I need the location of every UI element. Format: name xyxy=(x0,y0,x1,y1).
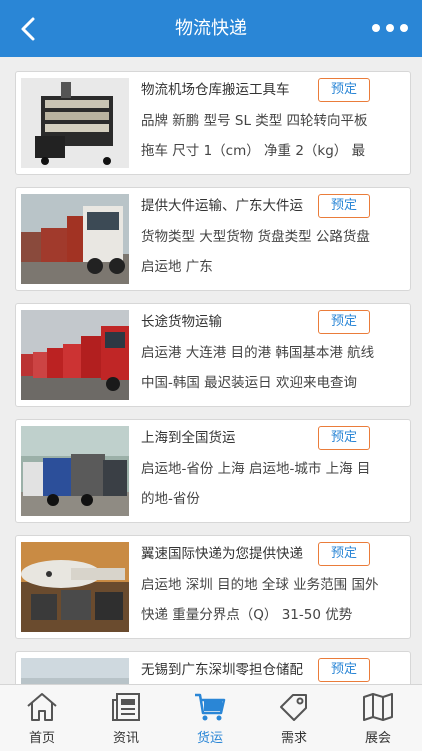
product-name[interactable]: 无锡到广东深圳零担仓储配 xyxy=(141,657,316,683)
trucks-photo[interactable] xyxy=(21,194,129,284)
tag-icon xyxy=(280,694,307,721)
product-list: 物流机场仓库搬运工具车 预定 品牌 新鹏 型号 SL 类型 四轮转向平板拖车 尺… xyxy=(0,57,422,684)
product-desc: 品牌 新鹏 型号 SL 类型 四轮转向平板拖车 尺寸 1（cm） 净重 2（kg… xyxy=(141,113,368,159)
reserve-button[interactable]: 预定 xyxy=(318,658,370,682)
tab-label: 货运 xyxy=(196,731,223,746)
reserve-button[interactable]: 预定 xyxy=(318,542,370,566)
product-name[interactable]: 翼速国际快递为您提供快递 xyxy=(141,541,316,567)
product-card[interactable]: 物流机场仓库搬运工具车 预定 品牌 新鹏 型号 SL 类型 四轮转向平板拖车 尺… xyxy=(15,71,411,175)
tab-home[interactable]: 首页 xyxy=(0,685,84,751)
tab-freight[interactable]: 货运 xyxy=(168,685,252,751)
tab-label: 资讯 xyxy=(112,731,139,746)
product-desc: 启运港 大连港 目的港 韩国基本港 航线 中国-韩国 最迟装运日 欢迎来电查询 xyxy=(141,345,375,391)
product-card[interactable]: 上海到全国货运 预定 启运地-省份 上海 启运地-城市 上海 目的地-省份 xyxy=(15,419,411,523)
tool-cart-photo[interactable] xyxy=(21,78,129,168)
tab-demand[interactable]: 需求 xyxy=(252,685,336,751)
cart-icon xyxy=(195,693,226,721)
warehouse-photo[interactable] xyxy=(21,658,129,684)
reserve-button[interactable]: 预定 xyxy=(318,426,370,450)
tab-news[interactable]: 资讯 xyxy=(84,685,168,751)
more-dots-icon[interactable] xyxy=(370,18,410,38)
tab-label: 首页 xyxy=(28,731,55,746)
product-desc: 货物类型 大型货物 货盘类型 公路货盘 启运地 广东 xyxy=(141,229,370,275)
product-desc: 启运地-省份 上海 启运地-城市 上海 目的地-省份 xyxy=(141,461,371,507)
tab-label: 展会 xyxy=(364,731,391,746)
product-name[interactable]: 物流机场仓库搬运工具车 xyxy=(141,77,316,103)
product-desc: 启运地 深圳 目的地 全球 业务范围 国外快递 重量分界点（Q） 31-50 优… xyxy=(141,577,379,623)
news-icon xyxy=(112,693,140,721)
truck-fleet-photo[interactable] xyxy=(21,310,129,400)
page-title: 物流快递 xyxy=(175,18,247,39)
reserve-button[interactable]: 预定 xyxy=(318,194,370,218)
product-name[interactable]: 长途货物运输 xyxy=(141,309,316,335)
top-nav-bar: 物流快递 xyxy=(0,0,422,57)
cargo-trucks-photo[interactable] xyxy=(21,426,129,516)
product-card[interactable]: 无锡到广东深圳零担仓储配 预定 xyxy=(15,651,411,684)
product-name[interactable]: 提供大件运输、广东大件运 xyxy=(141,193,316,219)
home-icon xyxy=(27,693,57,721)
product-card[interactable]: 长途货物运输 预定 启运港 大连港 目的港 韩国基本港 航线 中国-韩国 最迟装… xyxy=(15,303,411,407)
bottom-tab-bar: 首页 资讯 货运 需求 展会 xyxy=(0,684,422,751)
airport-cargo-photo[interactable] xyxy=(21,542,129,632)
product-name[interactable]: 上海到全国货运 xyxy=(141,425,316,451)
reserve-button[interactable]: 预定 xyxy=(318,310,370,334)
tab-exhibition[interactable]: 展会 xyxy=(336,685,420,751)
reserve-button[interactable]: 预定 xyxy=(318,78,370,102)
product-card[interactable]: 提供大件运输、广东大件运 预定 货物类型 大型货物 货盘类型 公路货盘 启运地 … xyxy=(15,187,411,291)
map-icon xyxy=(363,693,393,721)
tab-label: 需求 xyxy=(280,731,307,746)
product-card[interactable]: 翼速国际快递为您提供快递 预定 启运地 深圳 目的地 全球 业务范围 国外快递 … xyxy=(15,535,411,639)
